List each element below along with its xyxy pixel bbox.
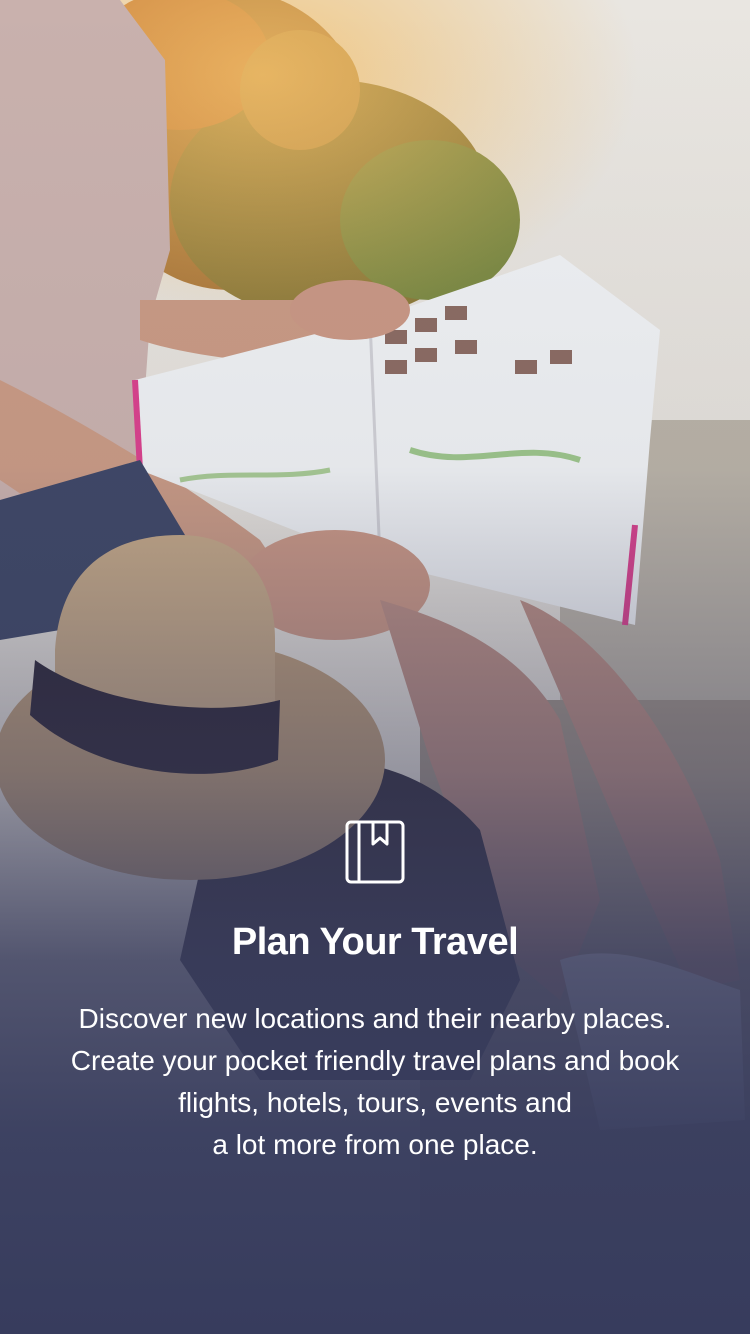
- book-bookmark-icon: [345, 820, 405, 884]
- page-title: Plan Your Travel: [231, 921, 519, 963]
- description-line: Create your pocket friendly travel plans…: [70, 1045, 680, 1076]
- description-line: Discover new locations and their nearby …: [78, 1003, 672, 1034]
- onboarding-content: Plan Your Travel Discover new locations …: [0, 820, 750, 1166]
- description-line: flights, hotels, tours, events and: [178, 1087, 572, 1118]
- description: Discover new locations and their nearby …: [15, 998, 735, 1166]
- description-line: a lot more from one place.: [212, 1129, 538, 1160]
- onboarding-screen: Plan Your Travel Discover new locations …: [0, 0, 750, 1334]
